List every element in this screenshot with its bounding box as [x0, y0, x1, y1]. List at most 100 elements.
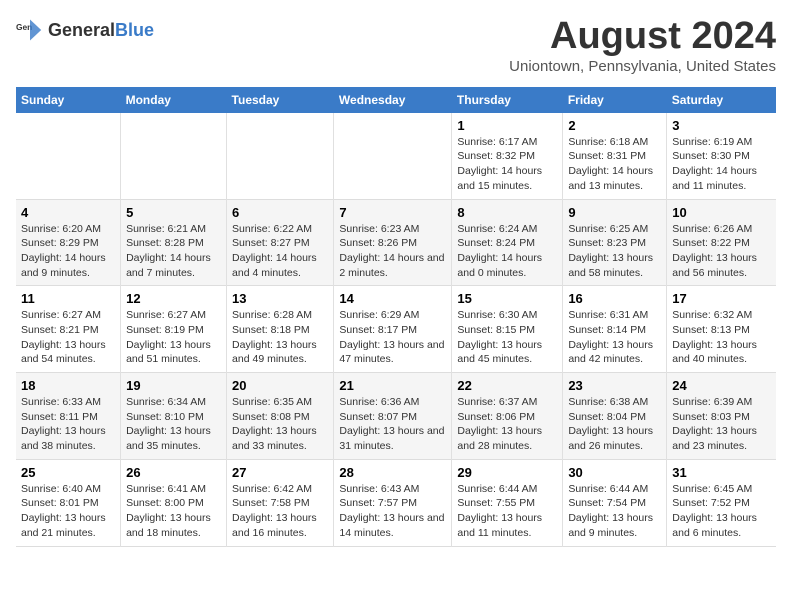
week-row-1: 1 Sunrise: 6:17 AMSunset: 8:32 PMDaylight… — [16, 113, 776, 199]
calendar-cell: 13 Sunrise: 6:28 AMSunset: 8:18 PMDayligh… — [227, 286, 334, 373]
day-number: 22 — [457, 378, 557, 393]
col-header-thursday: Thursday — [452, 87, 563, 113]
main-title: August 2024 — [509, 16, 776, 58]
day-number: 27 — [232, 465, 328, 480]
col-header-friday: Friday — [563, 87, 667, 113]
day-number: 13 — [232, 291, 328, 306]
day-number: 3 — [672, 118, 771, 133]
cell-text: Sunrise: 6:33 AMSunset: 8:11 PMDaylight:… — [21, 395, 115, 454]
cell-text: Sunrise: 6:31 AMSunset: 8:14 PMDaylight:… — [568, 308, 661, 367]
calendar-cell: 3Sunrise: 6:19 AMSunset: 8:30 PMDaylight… — [667, 113, 776, 199]
header-row: SundayMondayTuesdayWednesdayThursdayFrid… — [16, 87, 776, 113]
day-number: 21 — [339, 378, 446, 393]
cell-text: Sunrise: 6:44 AMSunset: 7:55 PMDaylight:… — [457, 482, 557, 541]
day-number: 16 — [568, 291, 661, 306]
day-number: 20 — [232, 378, 328, 393]
cell-text: Sunrise: 6:21 AMSunset: 8:28 PMDaylight:… — [126, 222, 221, 281]
cell-text: Sunrise: 6:29 AMSunset: 8:17 PMDaylight:… — [339, 308, 446, 367]
calendar-cell: 14 Sunrise: 6:29 AMSunset: 8:17 PMDayligh… — [334, 286, 452, 373]
col-header-saturday: Saturday — [667, 87, 776, 113]
day-number: 7 — [339, 205, 446, 220]
calendar-cell: 16 Sunrise: 6:31 AMSunset: 8:14 PMDayligh… — [563, 286, 667, 373]
col-header-sunday: Sunday — [16, 87, 121, 113]
calendar-cell: 9Sunrise: 6:25 AMSunset: 8:23 PMDaylight… — [563, 199, 667, 286]
calendar-cell: 6 Sunrise: 6:22 AMSunset: 8:27 PMDaylight… — [227, 199, 334, 286]
cell-text: Sunrise: 6:34 AMSunset: 8:10 PMDaylight:… — [126, 395, 221, 454]
calendar-table: SundayMondayTuesdayWednesdayThursdayFrid… — [16, 87, 776, 547]
calendar-cell: 18 Sunrise: 6:33 AMSunset: 8:11 PMDayligh… — [16, 373, 121, 460]
calendar-cell: 8Sunrise: 6:24 AMSunset: 8:24 PMDaylight… — [452, 199, 563, 286]
calendar-cell: 15 Sunrise: 6:30 AMSunset: 8:15 PMDayligh… — [452, 286, 563, 373]
cell-text: Sunrise: 6:45 AMSunset: 7:52 PMDaylight:… — [672, 482, 771, 541]
calendar-cell: 25 Sunrise: 6:40 AMSunset: 8:01 PMDayligh… — [16, 459, 121, 546]
calendar-cell — [121, 113, 227, 199]
day-number: 24 — [672, 378, 771, 393]
subtitle: Uniontown, Pennsylvania, United States — [509, 58, 776, 75]
day-number: 28 — [339, 465, 446, 480]
day-number: 30 — [568, 465, 661, 480]
calendar-cell: 5Sunrise: 6:21 AMSunset: 8:28 PMDaylight… — [121, 199, 227, 286]
calendar-cell — [16, 113, 121, 199]
cell-text: Sunrise: 6:23 AMSunset: 8:26 PMDaylight:… — [339, 222, 446, 281]
calendar-cell: 21 Sunrise: 6:36 AMSunset: 8:07 PMDayligh… — [334, 373, 452, 460]
col-header-wednesday: Wednesday — [334, 87, 452, 113]
week-row-3: 11 Sunrise: 6:27 AMSunset: 8:21 PMDayligh… — [16, 286, 776, 373]
day-number: 17 — [672, 291, 771, 306]
cell-text: Sunrise: 6:44 AMSunset: 7:54 PMDaylight:… — [568, 482, 661, 541]
day-number: 19 — [126, 378, 221, 393]
cell-text: Sunrise: 6:17 AMSunset: 8:32 PMDaylight:… — [457, 135, 557, 194]
cell-text: Sunrise: 6:26 AMSunset: 8:22 PMDaylight:… — [672, 222, 771, 281]
cell-text: Sunrise: 6:32 AMSunset: 8:13 PMDaylight:… — [672, 308, 771, 367]
calendar-cell: 17 Sunrise: 6:32 AMSunset: 8:13 PMDayligh… — [667, 286, 776, 373]
calendar-cell: 29 Sunrise: 6:44 AMSunset: 7:55 PMDayligh… — [452, 459, 563, 546]
day-number: 2 — [568, 118, 661, 133]
calendar-cell: 10 Sunrise: 6:26 AMSunset: 8:22 PMDayligh… — [667, 199, 776, 286]
cell-text: Sunrise: 6:27 AMSunset: 8:21 PMDaylight:… — [21, 308, 115, 367]
cell-text: Sunrise: 6:28 AMSunset: 8:18 PMDaylight:… — [232, 308, 328, 367]
cell-text: Sunrise: 6:30 AMSunset: 8:15 PMDaylight:… — [457, 308, 557, 367]
title-area: August 2024 Uniontown, Pennsylvania, Uni… — [509, 16, 776, 75]
calendar-cell: 7 Sunrise: 6:23 AMSunset: 8:26 PMDaylight… — [334, 199, 452, 286]
cell-text: Sunrise: 6:41 AMSunset: 8:00 PMDaylight:… — [126, 482, 221, 541]
day-number: 6 — [232, 205, 328, 220]
cell-text: Sunrise: 6:22 AMSunset: 8:27 PMDaylight:… — [232, 222, 328, 281]
cell-text: Sunrise: 6:27 AMSunset: 8:19 PMDaylight:… — [126, 308, 221, 367]
calendar-cell: 4Sunrise: 6:20 AMSunset: 8:29 PMDaylight… — [16, 199, 121, 286]
cell-text: Sunrise: 6:42 AMSunset: 7:58 PMDaylight:… — [232, 482, 328, 541]
cell-text: Sunrise: 6:35 AMSunset: 8:08 PMDaylight:… — [232, 395, 328, 454]
logo: Gen GeneralBlue — [16, 16, 154, 44]
col-header-tuesday: Tuesday — [227, 87, 334, 113]
day-number: 15 — [457, 291, 557, 306]
calendar-cell: 24Sunrise: 6:39 AMSunset: 8:03 PMDayligh… — [667, 373, 776, 460]
day-number: 14 — [339, 291, 446, 306]
svg-text:Gen: Gen — [16, 22, 32, 32]
calendar-cell: 12Sunrise: 6:27 AMSunset: 8:19 PMDayligh… — [121, 286, 227, 373]
day-number: 23 — [568, 378, 661, 393]
logo-icon: Gen — [16, 16, 44, 44]
cell-text: Sunrise: 6:37 AMSunset: 8:06 PMDaylight:… — [457, 395, 557, 454]
day-number: 10 — [672, 205, 771, 220]
cell-text: Sunrise: 6:18 AMSunset: 8:31 PMDaylight:… — [568, 135, 661, 194]
calendar-cell: 2 Sunrise: 6:18 AMSunset: 8:31 PMDaylight… — [563, 113, 667, 199]
calendar-cell — [334, 113, 452, 199]
day-number: 11 — [21, 291, 115, 306]
calendar-cell: 23Sunrise: 6:38 AMSunset: 8:04 PMDayligh… — [563, 373, 667, 460]
calendar-cell: 11 Sunrise: 6:27 AMSunset: 8:21 PMDayligh… — [16, 286, 121, 373]
header: Gen GeneralBlue August 2024 Uniontown, P… — [16, 16, 776, 75]
day-number: 26 — [126, 465, 221, 480]
day-number: 1 — [457, 118, 557, 133]
day-number: 31 — [672, 465, 771, 480]
day-number: 9 — [568, 205, 661, 220]
cell-text: Sunrise: 6:36 AMSunset: 8:07 PMDaylight:… — [339, 395, 446, 454]
day-number: 29 — [457, 465, 557, 480]
day-number: 4 — [21, 205, 115, 220]
day-number: 25 — [21, 465, 115, 480]
logo-text: GeneralBlue — [48, 20, 154, 41]
calendar-cell — [227, 113, 334, 199]
cell-text: Sunrise: 6:40 AMSunset: 8:01 PMDaylight:… — [21, 482, 115, 541]
calendar-cell: 27 Sunrise: 6:42 AMSunset: 7:58 PMDayligh… — [227, 459, 334, 546]
day-number: 8 — [457, 205, 557, 220]
calendar-cell: 30 Sunrise: 6:44 AMSunset: 7:54 PMDayligh… — [563, 459, 667, 546]
day-number: 18 — [21, 378, 115, 393]
cell-text: Sunrise: 6:43 AMSunset: 7:57 PMDaylight:… — [339, 482, 446, 541]
